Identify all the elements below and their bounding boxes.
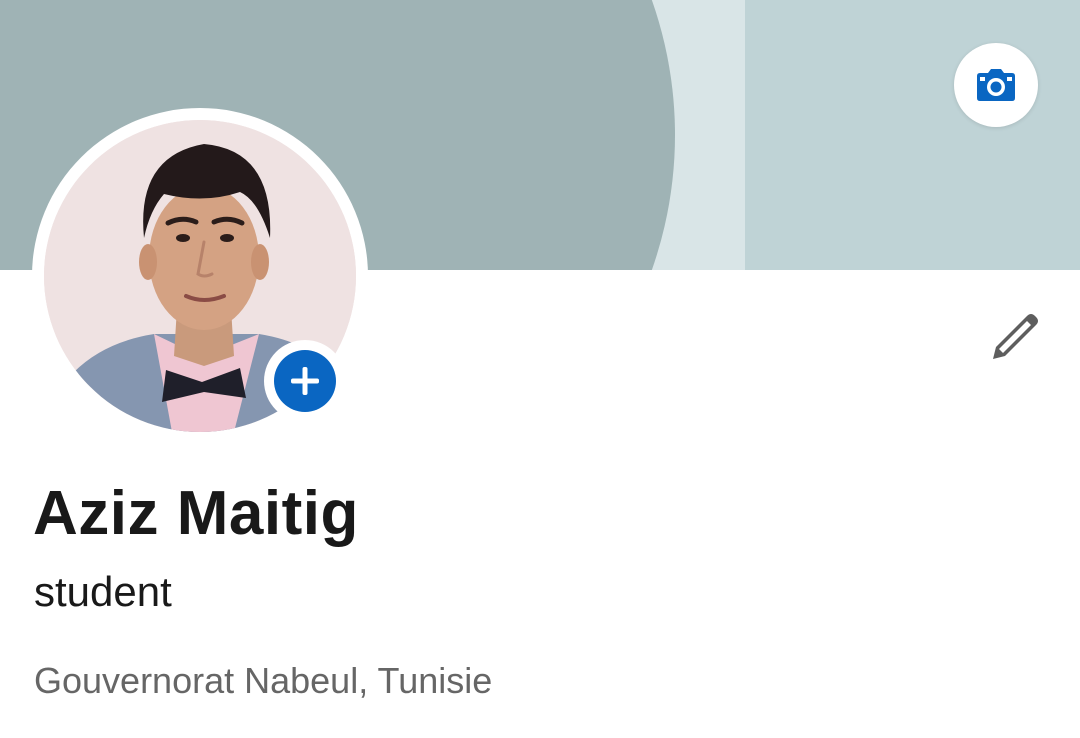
plus-icon [291,367,319,395]
profile-location: Gouvernorat Nabeul, Tunisie [34,660,493,701]
profile-name: Aziz Maitig [33,479,359,548]
profile-headline: student [34,568,172,615]
add-photo-circle [274,350,336,412]
add-photo-button[interactable] [264,340,346,422]
pencil-icon [993,314,1038,359]
edit-intro-button[interactable] [982,302,1050,370]
camera-icon [977,69,1015,101]
edit-banner-button[interactable] [954,43,1038,127]
profile-top-card: Aziz Maitig student Gouvernorat Nabeul, … [0,0,1080,738]
